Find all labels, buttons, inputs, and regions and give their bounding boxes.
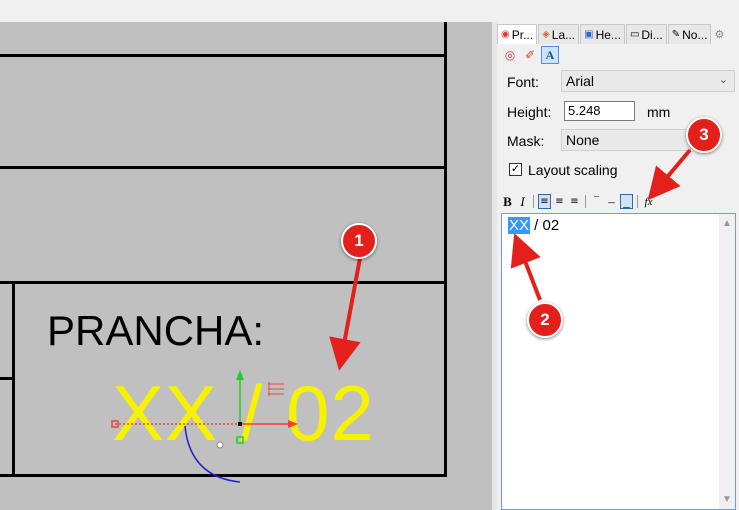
annotation-badge-2: 2 [527, 302, 563, 338]
tab-display[interactable]: ▭ Di... [625, 24, 667, 44]
chevron-up-icon[interactable]: ▲ [722, 218, 732, 229]
font-value: Arial [566, 73, 595, 89]
editor-scrollbar[interactable]: ▲ ▼ [719, 214, 735, 509]
tab-label: Di... [641, 27, 663, 42]
text-format-toolbar: B I ≡ ≡ ≡ ‾ – _ fx [501, 194, 655, 209]
editor-content[interactable]: XX / 02 [508, 217, 559, 234]
toolbar-separator [637, 195, 638, 208]
height-label: Height: [507, 104, 552, 120]
properties-panel: ◉ Pr... ◈ La... ▣ He... ▭ Di... ✎ No... ⚙ ◎ ✐… [497, 22, 739, 510]
tab-layers[interactable]: ◈ La... [538, 24, 580, 44]
font-select[interactable]: Arial ⌄ [561, 70, 735, 92]
editor-rest-text: / 02 [530, 217, 560, 234]
layers-icon: ◈ [542, 29, 550, 40]
tab-label: No... [682, 27, 708, 42]
insert-field-button[interactable]: fx [642, 194, 655, 209]
transform-gizmo[interactable] [0, 22, 492, 510]
tab-notes[interactable]: ✎ No... [667, 24, 712, 44]
property-subpages: ◎ ✐ A [501, 46, 559, 64]
mask-label: Mask: [507, 133, 545, 149]
material-icon[interactable]: ✐ [521, 46, 539, 64]
font-label: Font: [507, 74, 539, 90]
panel-tabs: ◉ Pr... ◈ La... ▣ He... ▭ Di... ✎ No... ⚙ [497, 24, 739, 44]
tab-label: He... [595, 27, 621, 42]
align-right-icon[interactable]: ≡ [568, 194, 581, 209]
bold-button[interactable]: B [501, 194, 514, 209]
gear-icon[interactable]: ⚙ [714, 28, 724, 41]
notes-icon: ✎ [671, 29, 681, 40]
toolbar-separator [585, 195, 586, 208]
height-input[interactable]: 5.248 [564, 101, 635, 121]
text-icon[interactable]: A [541, 46, 559, 64]
toolbar-separator [533, 195, 534, 208]
tab-label: La... [551, 27, 576, 42]
align-center-icon[interactable]: ≡ [553, 194, 566, 209]
align-middle-icon[interactable]: – [605, 194, 618, 209]
help-icon: ▣ [584, 29, 594, 40]
align-left-icon[interactable]: ≡ [538, 194, 551, 209]
top-strip [0, 0, 739, 22]
annotation-badge-1: 1 [341, 223, 377, 259]
display-icon: ▭ [629, 29, 640, 40]
align-bottom-icon[interactable]: _ [620, 194, 633, 209]
tab-properties[interactable]: ◉ Pr... [497, 24, 538, 44]
text-editor[interactable]: XX / 02 ▲ ▼ [501, 213, 736, 510]
align-top-icon[interactable]: ‾ [590, 194, 603, 209]
properties-icon: ◉ [501, 29, 510, 40]
drawing-viewport[interactable]: PRANCHA: XX / 02 [0, 22, 492, 510]
chevron-down-icon[interactable]: ▼ [722, 494, 732, 505]
mask-value: None [566, 132, 600, 148]
tab-help[interactable]: ▣ He... [580, 24, 625, 44]
tab-label: Pr... [511, 27, 534, 42]
layout-scaling-checkbox[interactable]: ✓ [509, 163, 522, 176]
selected-text[interactable]: XX [508, 217, 531, 234]
italic-button[interactable]: I [516, 194, 529, 209]
color-wheel-icon[interactable]: ◎ [501, 46, 519, 64]
chevron-down-icon: ⌄ [718, 74, 728, 86]
mask-select[interactable]: None [561, 129, 691, 151]
layout-scaling-label: Layout scaling [528, 162, 618, 178]
height-unit: mm [647, 104, 671, 120]
app-window: PRANCHA: XX / 02 ◉ Pr... ◈ La... ▣ He...… [0, 0, 739, 510]
annotation-badge-3: 3 [686, 117, 722, 153]
